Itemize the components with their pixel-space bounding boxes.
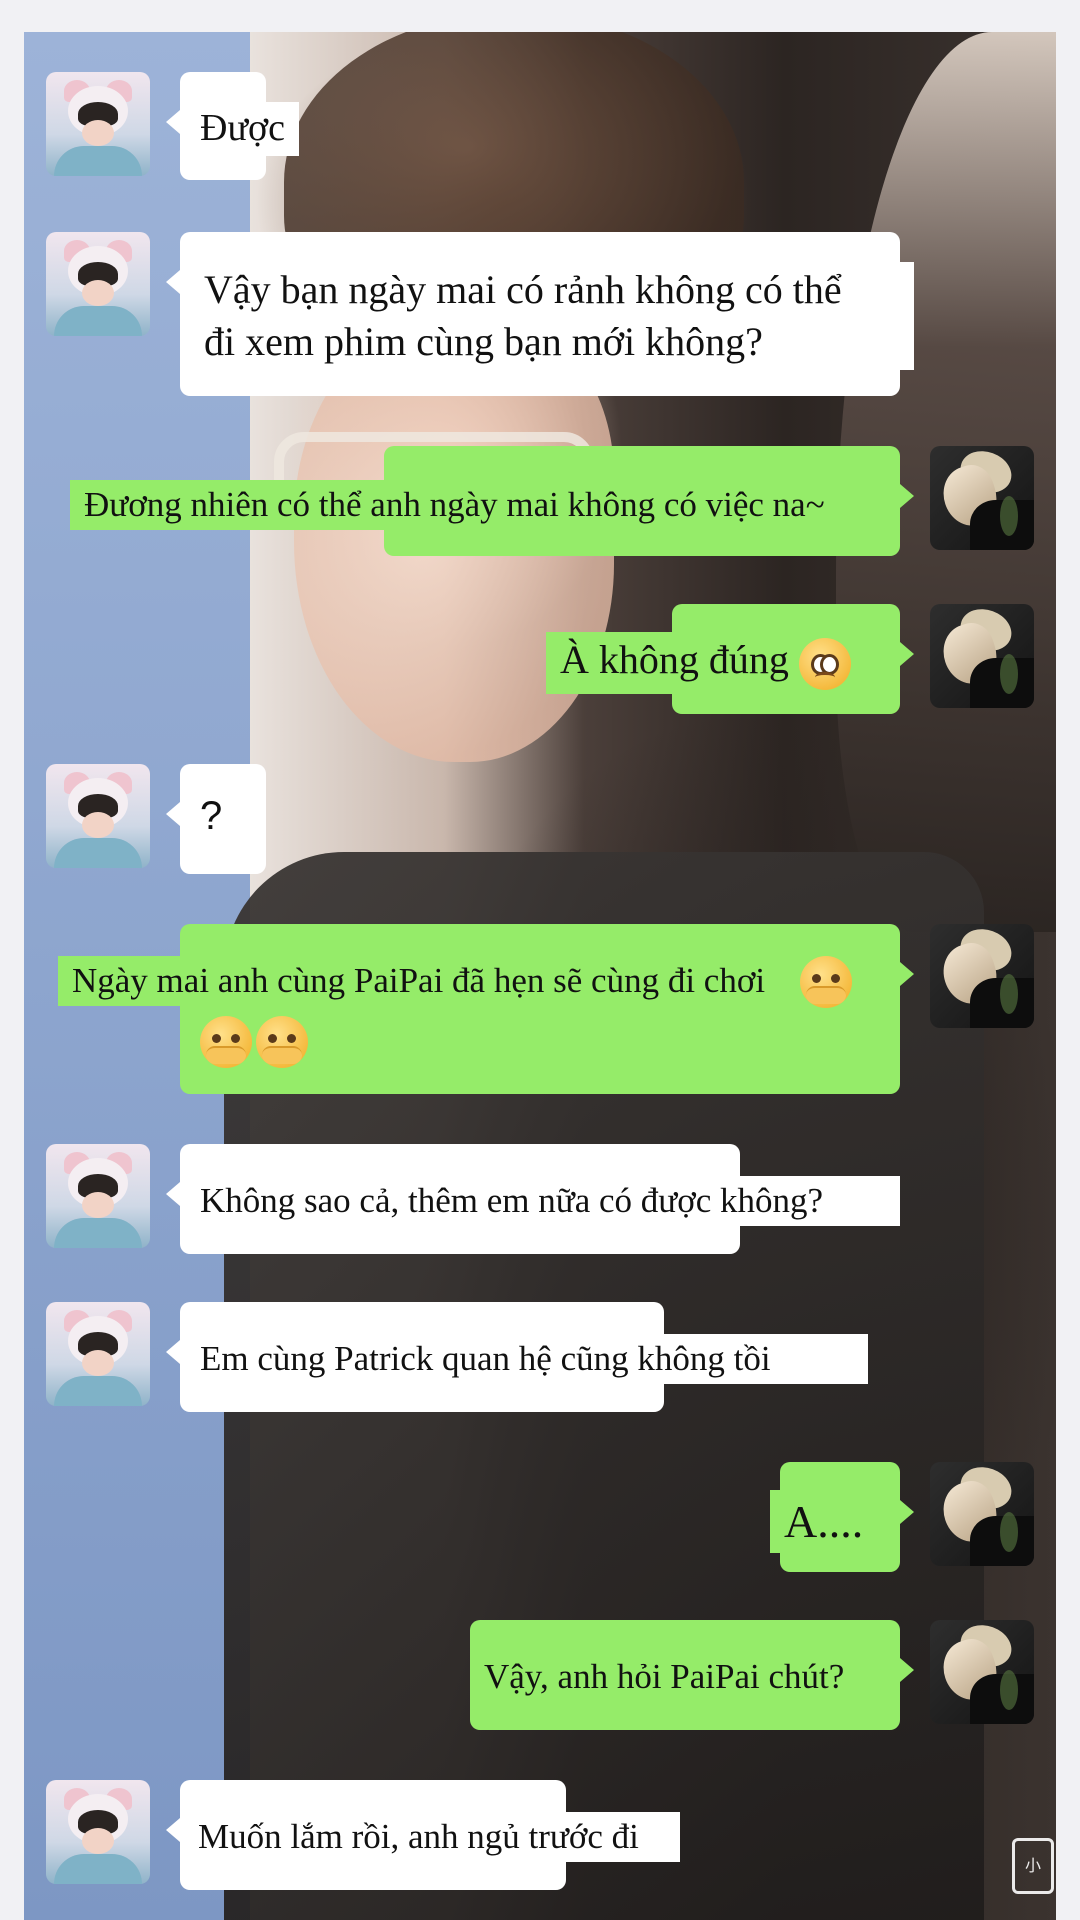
contact-avatar-icon[interactable] xyxy=(46,72,150,176)
own-avatar-icon[interactable] xyxy=(930,1620,1034,1724)
message-text-line1: Vậy bạn ngày mai có rảnh không có thể xyxy=(190,262,914,318)
message-text: Đương nhiên có thể anh ngày mai không có… xyxy=(70,480,900,530)
message-text: À không đúng xyxy=(560,637,789,682)
message-text-row: À không đúng xyxy=(546,632,900,694)
message-text: Muốn lắm rồi, anh ngủ trước đi xyxy=(184,1812,680,1862)
message-text: Vậy, anh hỏi PaiPai chút? xyxy=(470,1652,900,1702)
contact-avatar-icon[interactable] xyxy=(46,232,150,336)
contact-avatar-icon[interactable] xyxy=(46,1144,150,1248)
message-text: Không sao cả, thêm em nữa có được không? xyxy=(186,1176,900,1226)
message-text-line2: đi xem phim cùng bạn mới không? xyxy=(190,314,914,370)
watermark-logo: 小 xyxy=(1012,1838,1054,1894)
own-avatar-icon[interactable] xyxy=(930,1462,1034,1566)
own-avatar-icon[interactable] xyxy=(930,924,1034,1028)
message-text: A.... xyxy=(770,1490,878,1554)
own-avatar-icon[interactable] xyxy=(930,446,1034,550)
contact-avatar-icon[interactable] xyxy=(46,1302,150,1406)
message-bubble-outgoing[interactable] xyxy=(180,924,914,1094)
face-with-hand-over-mouth-icon xyxy=(200,1016,252,1068)
message-text: Ngày mai anh cùng PaiPai đã hẹn sẽ cùng … xyxy=(58,956,780,1006)
own-avatar-icon[interactable] xyxy=(930,604,1034,708)
contact-avatar-icon[interactable] xyxy=(46,764,150,868)
message-text: ? xyxy=(200,794,223,838)
message-text: Em cùng Patrick quan hệ cũng không tồi xyxy=(186,1334,868,1384)
message-bubble-incoming[interactable] xyxy=(166,764,266,874)
message-text: Được xyxy=(186,102,299,156)
contact-avatar-icon[interactable] xyxy=(46,1780,150,1884)
face-with-hand-over-mouth-icon xyxy=(800,956,852,1008)
pleading-face-icon xyxy=(798,637,851,690)
face-with-hand-over-mouth-icon xyxy=(256,1016,308,1068)
